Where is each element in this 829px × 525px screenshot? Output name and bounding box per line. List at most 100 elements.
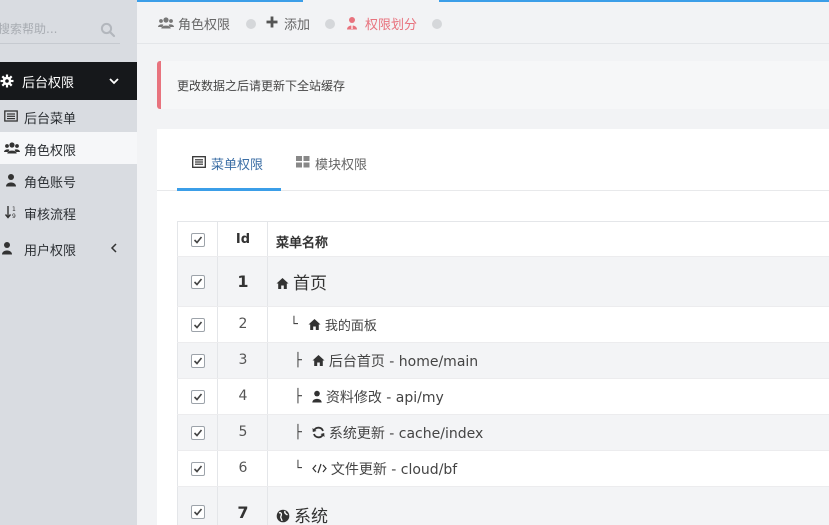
table-row: 1 首页 xyxy=(177,257,829,307)
users-icon xyxy=(158,16,174,30)
row-name-cell: ├ 系统更新 - cache/index xyxy=(294,415,483,450)
id-header-label: Id xyxy=(235,232,251,247)
row-id: 5 xyxy=(238,424,248,440)
user-icon xyxy=(4,173,18,187)
row-name: 文件更新 - cloud/bf xyxy=(330,461,458,478)
tab-label: 菜单权限 xyxy=(211,158,264,173)
breadcrumb-label: 角色权限 xyxy=(178,18,231,33)
breadcrumb-label: 添加 xyxy=(284,18,311,33)
row-id-cell: 4 xyxy=(218,379,268,414)
breadcrumb-separator xyxy=(246,19,256,29)
row-name: 资料修改 - api/my xyxy=(325,389,444,406)
sidebar-item-role-permissions[interactable]: 角色权限 xyxy=(0,132,137,164)
row-id: 6 xyxy=(238,460,248,476)
user-icon xyxy=(0,241,14,255)
row-id-cell: 3 xyxy=(218,343,268,378)
breadcrumb-add[interactable]: 添加 xyxy=(266,14,322,33)
row-name: 我的面板 xyxy=(324,319,377,334)
row-name-cell: ├ 后台首页 - home/main xyxy=(294,343,478,378)
top-accent-line xyxy=(137,0,829,2)
row-name-cell: 系统 xyxy=(276,493,328,525)
row-name: 后台首页 - home/main xyxy=(328,353,479,370)
sidebar-item-review-process[interactable]: 19 审核流程 xyxy=(0,196,137,228)
tab-label: 模块权限 xyxy=(315,158,368,173)
breadcrumb-label: 权限划分 xyxy=(365,18,418,33)
row-id: 2 xyxy=(238,316,248,332)
table-row: 2 └ 我的面板 xyxy=(177,307,829,343)
grid-icon xyxy=(296,156,310,168)
row-id-cell: 7 xyxy=(218,487,268,525)
select-all-checkbox[interactable] xyxy=(191,233,205,247)
main-content: 角色权限 添加 权限划分 更改数据之后请更新下全站缓存 菜单权限 模块权限 Id… xyxy=(137,0,829,525)
row-checkbox-cell xyxy=(177,307,218,342)
breadcrumb-role-permissions[interactable]: 角色权限 xyxy=(158,14,244,33)
row-checkbox[interactable] xyxy=(191,275,205,289)
tab-module-permissions[interactable]: 模块权限 xyxy=(281,151,385,191)
sidebar-item-label: 审核流程 xyxy=(24,208,77,223)
permission-card: 菜单权限 模块权限 Id 菜单名称 1 首页 2 └ 我的面板 3 ├ 后台首页… xyxy=(157,129,829,525)
home-icon xyxy=(312,354,325,367)
row-id-cell: 6 xyxy=(218,451,268,486)
row-name: 系统 xyxy=(294,507,328,525)
chevron-left-icon xyxy=(108,242,120,254)
row-checkbox[interactable] xyxy=(191,505,205,519)
table-header-row: Id 菜单名称 xyxy=(177,221,829,257)
row-checkbox[interactable] xyxy=(191,354,205,368)
row-id: 3 xyxy=(238,352,248,368)
table-row: 4 ├ 资料修改 - api/my xyxy=(177,379,829,415)
row-name-cell: └ 我的面板 xyxy=(290,307,377,342)
row-checkbox-cell xyxy=(177,415,218,450)
notice-text: 更改数据之后请更新下全站缓存 xyxy=(177,79,346,93)
row-id-cell: 2 xyxy=(218,307,268,342)
home-icon xyxy=(276,275,289,289)
breadcrumb-separator xyxy=(432,19,442,29)
tree-connector: └ xyxy=(294,461,302,476)
row-checkbox[interactable] xyxy=(191,462,205,476)
sidebar-search xyxy=(0,16,120,44)
home-icon xyxy=(308,318,321,331)
sidebar-item-label: 角色权限 xyxy=(24,144,77,159)
row-checkbox-cell xyxy=(177,451,218,486)
plus-icon xyxy=(266,16,280,30)
select-all-cell xyxy=(177,222,218,256)
row-checkbox-cell xyxy=(177,379,218,414)
tree-connector: ├ xyxy=(294,389,302,404)
sidebar-item-user-permissions[interactable]: 用户权限 xyxy=(0,232,137,264)
chevron-down-icon xyxy=(108,75,120,87)
user-icon xyxy=(345,16,359,30)
sidebar-item-label: 后台菜单 xyxy=(24,112,77,127)
tab-bar: 菜单权限 模块权限 xyxy=(157,129,829,191)
row-name-cell: ├ 资料修改 - api/my xyxy=(294,379,444,414)
search-input[interactable] xyxy=(0,18,94,40)
row-checkbox[interactable] xyxy=(191,318,205,332)
code-icon xyxy=(312,462,327,475)
row-name-cell: 首页 xyxy=(276,257,327,306)
svg-text:1: 1 xyxy=(12,206,16,213)
tree-connector: └ xyxy=(290,317,298,332)
tree-connector: ├ xyxy=(294,353,302,368)
sidebar-item-role-accounts[interactable]: 角色账号 xyxy=(0,164,137,196)
row-checkbox[interactable] xyxy=(191,390,205,404)
row-name: 首页 xyxy=(293,274,327,294)
id-header: Id xyxy=(218,222,268,256)
tab-menu-permissions[interactable]: 菜单权限 xyxy=(177,151,281,191)
list-icon xyxy=(4,109,18,123)
breadcrumb-separator xyxy=(325,19,335,29)
sidebar-group-label: 后台权限 xyxy=(22,76,75,91)
search-icon[interactable] xyxy=(100,22,116,38)
sort-icon: 19 xyxy=(4,205,18,220)
sidebar-group-backend-permissions[interactable]: 后台权限 xyxy=(0,62,137,100)
gear-icon xyxy=(0,74,14,88)
users-icon xyxy=(4,141,20,155)
row-checkbox-cell xyxy=(177,487,218,525)
list-icon xyxy=(192,156,206,168)
sidebar-item-label: 角色账号 xyxy=(24,176,77,191)
row-checkbox[interactable] xyxy=(191,426,205,440)
table-row: 7 系统 xyxy=(177,487,829,525)
breadcrumb-permission-assignment[interactable]: 权限划分 xyxy=(345,14,431,33)
row-id-cell: 1 xyxy=(218,257,268,306)
user-icon xyxy=(312,390,322,403)
sidebar-item-backend-menu[interactable]: 后台菜单 xyxy=(0,100,137,132)
row-name: 系统更新 - cache/index xyxy=(328,425,484,442)
row-id: 1 xyxy=(237,272,249,291)
